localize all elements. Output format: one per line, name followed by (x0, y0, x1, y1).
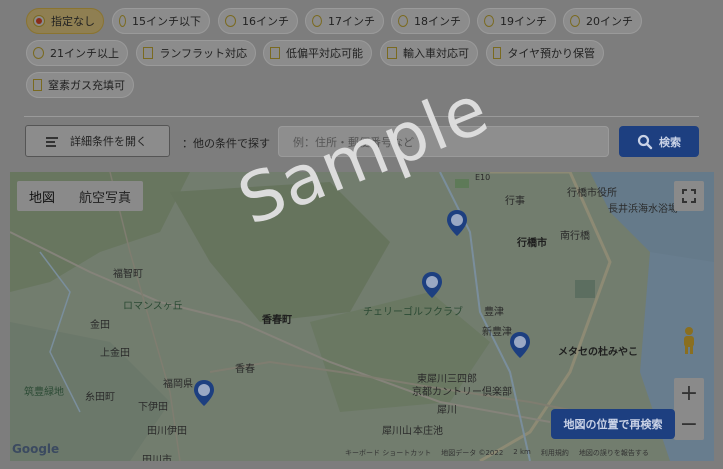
search-input[interactable]: 例：住所・郵便番号など (278, 126, 609, 157)
report-error-link[interactable]: 地図の誤りを報告する (579, 448, 649, 458)
radio-icon (33, 47, 44, 59)
shop-pin-icon[interactable] (447, 210, 467, 236)
map-label: 福岡県 (163, 379, 193, 390)
filter-chip-18-inch[interactable]: 18インチ (391, 8, 470, 34)
zoom-in-button[interactable]: + (674, 378, 704, 409)
map[interactable]: 福智町 ロマンスヶ丘 金田 上金田 筑豊緑地 糸田町 福岡県 下伊田 田川伊田 … (10, 172, 714, 461)
terms-link[interactable]: 利用規約 (541, 448, 569, 458)
zoom-control: + − (674, 378, 704, 440)
map-label: E10 (475, 173, 491, 182)
radio-icon (312, 15, 322, 27)
filter-label: 18インチ (414, 15, 461, 28)
checkbox-icon (143, 47, 154, 59)
filter-chip-15-inch-or-less[interactable]: 15インチ以下 (112, 8, 210, 34)
filter-chip-19-inch[interactable]: 19インチ (477, 8, 556, 34)
other-conditions-label: ：他の条件で探す (182, 137, 270, 150)
divider (24, 116, 699, 117)
map-label: 筑豊緑地 (24, 387, 64, 398)
map-attribution: キーボード ショートカット 地図データ ©2022 2 km 利用規約 地図の誤… (345, 448, 649, 458)
radio-icon (119, 15, 126, 27)
filter-label: 17インチ (328, 15, 375, 28)
map-label: チェリーゴルフクラブ (363, 307, 463, 318)
filter-label: 21インチ以上 (50, 47, 119, 60)
zoom-out-button[interactable]: − (674, 409, 704, 440)
filter-label: 低偏平対応可能 (286, 47, 363, 60)
checkbox-icon (33, 79, 42, 91)
map-label: 田川伊田 (147, 426, 187, 437)
search-button[interactable]: 検索 (619, 126, 699, 157)
filter-chip-16-inch[interactable]: 16インチ (218, 8, 298, 34)
checkbox-icon (387, 47, 397, 59)
map-label: 行事 (505, 196, 525, 207)
checkbox-icon (270, 47, 280, 59)
map-label: 南行橋 (560, 231, 590, 242)
filter-label: 20インチ (586, 15, 633, 28)
map-type-map[interactable]: 地図 (17, 181, 67, 211)
map-type-satellite[interactable]: 航空写真 (67, 181, 143, 211)
filter-chip-17-inch[interactable]: 17インチ (305, 8, 384, 34)
shop-pin-icon[interactable] (510, 332, 530, 358)
map-label: 金田 (90, 320, 110, 331)
map-label: 行橋市 (517, 238, 547, 249)
filter-chip-tire-storage[interactable]: タイヤ預かり保管 (486, 40, 604, 66)
map-label: 京都カントリー倶楽部 (412, 387, 512, 398)
open-detail-conditions-button[interactable]: 詳細条件を開く (25, 125, 170, 157)
google-logo: Google (12, 442, 60, 456)
checkbox-icon (493, 47, 502, 59)
research-button-label: 地図の位置で再検索 (563, 418, 663, 431)
search-icon (637, 134, 653, 149)
fullscreen-icon (682, 189, 696, 203)
filter-label: 窒素ガス充填可 (48, 79, 125, 92)
map-label: 福智町 (113, 269, 143, 280)
radio-selected-icon (33, 15, 45, 27)
map-data-text: 地図データ ©2022 (441, 449, 504, 457)
map-label: 下伊田 (138, 402, 168, 413)
shop-pin-icon[interactable] (422, 272, 442, 298)
filter-chip-nitrogen[interactable]: 窒素ガス充填可 (26, 72, 134, 98)
map-label: 犀川 (437, 405, 457, 416)
map-label: 豊津 (484, 307, 504, 318)
filter-label: 指定なし (51, 15, 95, 28)
scale-text: 2 km (513, 448, 531, 456)
map-label: 長井浜海水浴場 (608, 204, 678, 215)
shop-pin-icon[interactable] (194, 380, 214, 406)
filter-label: 19インチ (500, 15, 547, 28)
search-button-label: 検索 (659, 135, 681, 149)
radio-icon (398, 15, 408, 27)
map-label: 上金田 (100, 348, 130, 359)
map-label: 田川市 (142, 455, 172, 461)
fullscreen-button[interactable] (674, 181, 704, 211)
filter-chip-21-inch-or-more[interactable]: 21インチ以上 (26, 40, 128, 66)
filter-label: タイヤ預かり保管 (507, 47, 595, 60)
map-label: 香春 (235, 364, 255, 375)
map-label: 本庄池 (413, 426, 443, 437)
filter-label: 15インチ以下 (132, 15, 201, 28)
detail-button-label: 詳細条件を開く (70, 135, 147, 148)
filter-chip-low-profile[interactable]: 低偏平対応可能 (263, 40, 372, 66)
search-placeholder: 例：住所・郵便番号など (293, 135, 414, 149)
radio-icon (484, 15, 494, 27)
menu-icon (46, 136, 58, 147)
filter-label: 輸入車対応可 (403, 47, 469, 60)
pegman-icon[interactable] (680, 326, 698, 354)
filter-chip-imported-car[interactable]: 輸入車対応可 (380, 40, 478, 66)
keyboard-shortcuts-link[interactable]: キーボード ショートカット (345, 448, 431, 458)
map-label: 糸田町 (85, 392, 115, 403)
filter-chip-runflat[interactable]: ランフラット対応 (136, 40, 256, 66)
map-label: メタセの杜みやこ (558, 347, 638, 358)
map-label: 香春町 (262, 315, 292, 326)
map-label: 新豊津 (482, 327, 512, 338)
research-map-area-button[interactable]: 地図の位置で再検索 (551, 409, 675, 439)
map-label: ロマンスヶ丘 (123, 301, 183, 312)
filter-chip-20-inch[interactable]: 20インチ (563, 8, 642, 34)
filter-label: ランフラット対応 (159, 47, 247, 60)
filter-chip-no-preference[interactable]: 指定なし (26, 8, 104, 34)
filter-label: 16インチ (242, 15, 289, 28)
map-type-toggle: 地図 航空写真 (17, 181, 144, 211)
map-label: 犀川山 (382, 426, 412, 437)
radio-icon (225, 15, 236, 27)
radio-icon (570, 15, 580, 27)
map-label: 行橋市役所 (567, 188, 617, 199)
